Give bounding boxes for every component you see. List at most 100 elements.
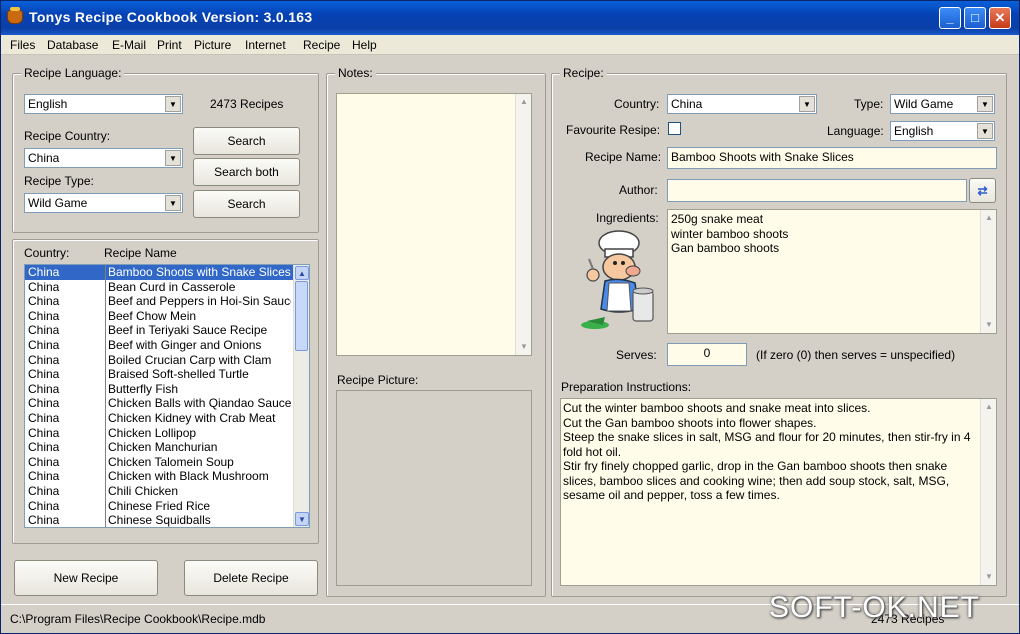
row-country: China: [28, 279, 60, 294]
scroll-up-icon[interactable]: ▲: [982, 211, 996, 225]
scroll-thumb[interactable]: [295, 281, 308, 351]
title-bar[interactable]: Tonys Recipe Cookbook Version: 3.0.163 _…: [1, 1, 1019, 35]
type-select[interactable]: Wild Game ▼: [24, 193, 183, 213]
table-row[interactable]: China Beef and Peppers in Hoi-Sin Sauce: [25, 294, 293, 309]
recipe-language-select[interactable]: English ▼: [890, 121, 995, 141]
instructions-textarea[interactable]: Cut the winter bamboo shoots and snake m…: [560, 398, 997, 586]
table-row[interactable]: China Boiled Crucian Carp with Clam: [25, 353, 293, 368]
menu-files[interactable]: Files: [10, 38, 35, 52]
list-scrollbar[interactable]: ▲ ▼: [293, 265, 309, 527]
author-lookup-button[interactable]: ⇄: [969, 178, 996, 203]
table-row[interactable]: China Chicken with Black Mushroom: [25, 469, 293, 484]
chevron-down-icon[interactable]: ▼: [977, 96, 993, 112]
chevron-down-icon[interactable]: ▼: [165, 195, 181, 211]
scroll-up-icon[interactable]: ▲: [295, 266, 309, 280]
row-recipe-name: Beef and Peppers in Hoi-Sin Sauce: [108, 294, 291, 309]
ingredients-text: 250g snake meat winter bamboo shoots Gan…: [671, 212, 789, 255]
recipe-picture-box[interactable]: [336, 390, 532, 586]
app-window: Tonys Recipe Cookbook Version: 3.0.163 _…: [0, 0, 1020, 634]
row-country: China: [28, 411, 60, 425]
close-button[interactable]: ✕: [989, 7, 1011, 29]
recipe-country-label: Country:: [614, 97, 660, 111]
row-recipe-name: Chinese Squidballs: [108, 513, 211, 528]
recipe-name-input[interactable]: Bamboo Shoots with Snake Slices: [667, 147, 997, 169]
country-column-header[interactable]: Country:: [24, 246, 69, 260]
search-type-button[interactable]: Search: [193, 190, 300, 218]
author-label: Author:: [619, 183, 658, 197]
row-country: China: [28, 294, 60, 309]
name-column-header[interactable]: Recipe Name: [104, 246, 177, 260]
column-divider: [105, 265, 106, 527]
ingredients-scrollbar[interactable]: ▲ ▼: [980, 210, 996, 333]
table-row[interactable]: China Chicken Kidney with Crab Meat: [25, 411, 293, 426]
ingredients-textarea[interactable]: 250g snake meat winter bamboo shoots Gan…: [667, 209, 997, 334]
table-row[interactable]: China Chicken Manchurian: [25, 440, 293, 455]
row-recipe-name: Beef in Teriyaki Sauce Recipe: [108, 323, 268, 338]
menu-recipe[interactable]: Recipe: [303, 38, 340, 52]
watermark: SOFT-OK.NET: [769, 591, 981, 624]
table-row[interactable]: China Bamboo Shoots with Snake Slices: [25, 265, 293, 280]
table-row[interactable]: China Chili Chicken: [25, 484, 293, 499]
minimize-button[interactable]: _: [939, 7, 961, 29]
search-country-button[interactable]: Search: [193, 127, 300, 155]
chevron-down-icon[interactable]: ▼: [165, 96, 181, 112]
new-recipe-button[interactable]: New Recipe: [14, 560, 158, 596]
maximize-button[interactable]: □: [964, 7, 986, 29]
chevron-down-icon[interactable]: ▼: [165, 150, 181, 166]
row-recipe-name: Chicken Manchurian: [108, 440, 218, 455]
chevron-down-icon[interactable]: ▼: [799, 96, 815, 112]
table-row[interactable]: China Chinese Squidballs: [25, 513, 293, 528]
recipe-count: 2473 Recipes: [210, 97, 284, 111]
delete-recipe-button[interactable]: Delete Recipe: [184, 560, 318, 596]
chevron-down-icon[interactable]: ▼: [977, 123, 993, 139]
favourite-checkbox[interactable]: [668, 122, 681, 135]
scroll-up-icon[interactable]: ▲: [517, 95, 531, 109]
row-recipe-name: Braised Soft-shelled Turtle: [108, 367, 249, 382]
notes-textarea[interactable]: ▲ ▼: [336, 93, 532, 356]
menu-database[interactable]: Database: [47, 38, 98, 52]
table-row[interactable]: China Butterfly Fish: [25, 382, 293, 397]
scroll-up-icon[interactable]: ▲: [982, 400, 996, 414]
serves-input[interactable]: 0: [667, 343, 747, 366]
row-recipe-name: Beef Chow Mein: [108, 308, 197, 323]
country-select[interactable]: China ▼: [24, 148, 183, 168]
table-row[interactable]: China Beef in Teriyaki Sauce Recipe: [25, 323, 293, 338]
language-select[interactable]: English ▼: [24, 94, 183, 114]
ingredients-label: Ingredients:: [596, 211, 659, 225]
recipe-list[interactable]: China Chinese Squidballs China Chinese Frie…: [24, 264, 310, 528]
instructions-scrollbar[interactable]: ▲ ▼: [980, 399, 996, 585]
scroll-down-icon[interactable]: ▼: [295, 512, 309, 526]
search-both-button[interactable]: Search both: [193, 158, 300, 186]
table-row[interactable]: China Chicken Lollipop: [25, 426, 293, 441]
row-country: China: [28, 513, 60, 528]
notes-label: Notes:: [335, 66, 376, 80]
menu-print[interactable]: Print: [157, 38, 182, 52]
serves-label: Serves:: [616, 348, 657, 362]
table-row[interactable]: China Beef with Ginger and Onions: [25, 338, 293, 353]
notes-scrollbar[interactable]: ▲ ▼: [515, 94, 531, 355]
app-cookbook-icon: [7, 7, 23, 24]
author-input[interactable]: [667, 179, 967, 202]
row-country: China: [28, 265, 60, 279]
recipe-label: Recipe:: [560, 66, 607, 80]
table-row[interactable]: China Chicken Talomein Soup: [25, 455, 293, 470]
row-country: China: [28, 454, 60, 469]
scroll-down-icon[interactable]: ▼: [517, 340, 531, 354]
table-row[interactable]: China Bean Curd in Casserole: [25, 280, 293, 295]
recipe-country-select[interactable]: China ▼: [667, 94, 817, 114]
recipe-type-select[interactable]: Wild Game ▼: [890, 94, 995, 114]
row-country: China: [28, 440, 60, 455]
maximize-icon: □: [971, 10, 979, 25]
menu-help[interactable]: Help: [352, 38, 377, 52]
scroll-down-icon[interactable]: ▼: [982, 570, 996, 584]
window-title: Tonys Recipe Cookbook Version: 3.0.163: [29, 9, 313, 25]
menu-email[interactable]: E-Mail: [112, 38, 146, 52]
table-row[interactable]: China Braised Soft-shelled Turtle: [25, 367, 293, 382]
row-country: China: [28, 367, 60, 382]
table-row[interactable]: China Beef Chow Mein: [25, 309, 293, 324]
menu-internet[interactable]: Internet: [245, 38, 286, 52]
menu-picture[interactable]: Picture: [194, 38, 231, 52]
table-row[interactable]: China Chinese Fried Rice: [25, 499, 293, 514]
scroll-down-icon[interactable]: ▼: [982, 318, 996, 332]
table-row[interactable]: China Chicken Balls with Qiandao Sauce: [25, 396, 293, 411]
